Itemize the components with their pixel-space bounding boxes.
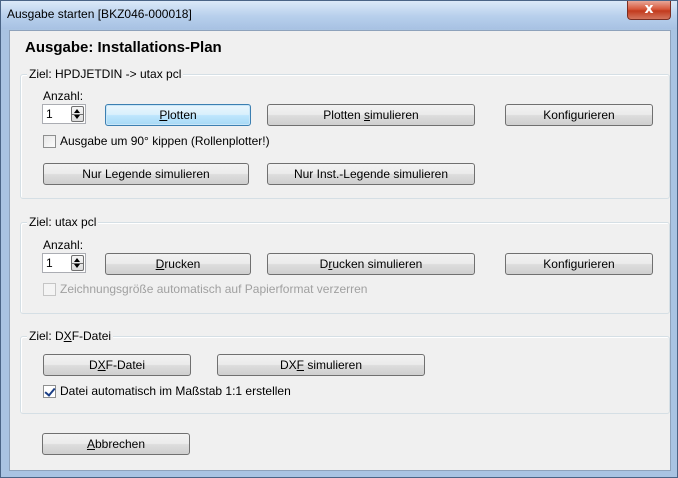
- group-print-target: Ziel: utax pcl Anzahl: 1 Drucken Drucken…: [20, 215, 670, 314]
- dialog-heading: Ausgabe: Installations-Plan: [25, 39, 222, 56]
- group-plot-legend: Ziel: HPDJETDIN -> utax pcl: [27, 67, 184, 81]
- window-title: Ausgabe starten [BKZ046-000018]: [7, 7, 192, 21]
- plot-count-spinner[interactable]: 1: [42, 104, 86, 124]
- distort-to-paper-label: Zeichnungsgröße automatisch auf Papierfo…: [60, 282, 368, 296]
- print-configure-button[interactable]: Konfigurieren: [505, 253, 653, 275]
- close-icon: x: [644, 1, 654, 17]
- print-simulate-button[interactable]: Drucken simulieren: [267, 253, 475, 275]
- group-dxf-legend: Ziel: DXF-Datei: [27, 329, 114, 343]
- distort-to-paper-checkbox[interactable]: [43, 283, 56, 296]
- dxf-scale-1to1-checkbox[interactable]: [43, 385, 56, 398]
- cancel-button[interactable]: Abbrechen: [42, 433, 190, 455]
- close-button[interactable]: x: [627, 1, 671, 20]
- dxf-scale-1to1-label: Datei automatisch im Maßstab 1:1 erstell…: [60, 384, 291, 398]
- print-count-value: 1: [46, 256, 53, 270]
- print-count-spinner[interactable]: 1: [42, 253, 86, 273]
- rotate-output-checkbox[interactable]: [43, 135, 56, 148]
- dxf-file-button[interactable]: DXF-Datei: [43, 354, 191, 376]
- group-dxf-target: Ziel: DXF-Datei DXF-Datei DXF simulieren…: [20, 329, 670, 414]
- legend-simulate-button[interactable]: Nur Legende simulieren: [43, 163, 249, 185]
- plot-button[interactable]: Plotten: [105, 104, 251, 126]
- title-bar[interactable]: Ausgabe starten [BKZ046-000018] x: [1, 1, 677, 29]
- plot-count-value: 1: [46, 107, 53, 121]
- plot-count-label: Anzahl:: [43, 89, 84, 103]
- group-plot-target: Ziel: HPDJETDIN -> utax pcl Anzahl: 1 Pl…: [20, 67, 670, 199]
- print-button[interactable]: Drucken: [105, 253, 251, 275]
- plot-simulate-button[interactable]: Plotten simulieren: [267, 104, 475, 126]
- spinner-arrows-icon[interactable]: [71, 106, 84, 122]
- dialog-window: Ausgabe starten [BKZ046-000018] x Ausgab…: [0, 0, 678, 478]
- plot-configure-button[interactable]: Konfigurieren: [505, 104, 653, 126]
- rotate-output-label: Ausgabe um 90° kippen (Rollenplotter!): [60, 134, 270, 148]
- dialog-client-area: Ausgabe: Installations-Plan Ziel: HPDJET…: [9, 30, 671, 471]
- print-count-label: Anzahl:: [43, 238, 84, 252]
- group-print-legend: Ziel: utax pcl: [27, 215, 99, 229]
- inst-legend-simulate-button[interactable]: Nur Inst.-Legende simulieren: [267, 163, 475, 185]
- spinner-arrows-icon[interactable]: [71, 255, 84, 271]
- dxf-simulate-button[interactable]: DXF simulieren: [217, 354, 425, 376]
